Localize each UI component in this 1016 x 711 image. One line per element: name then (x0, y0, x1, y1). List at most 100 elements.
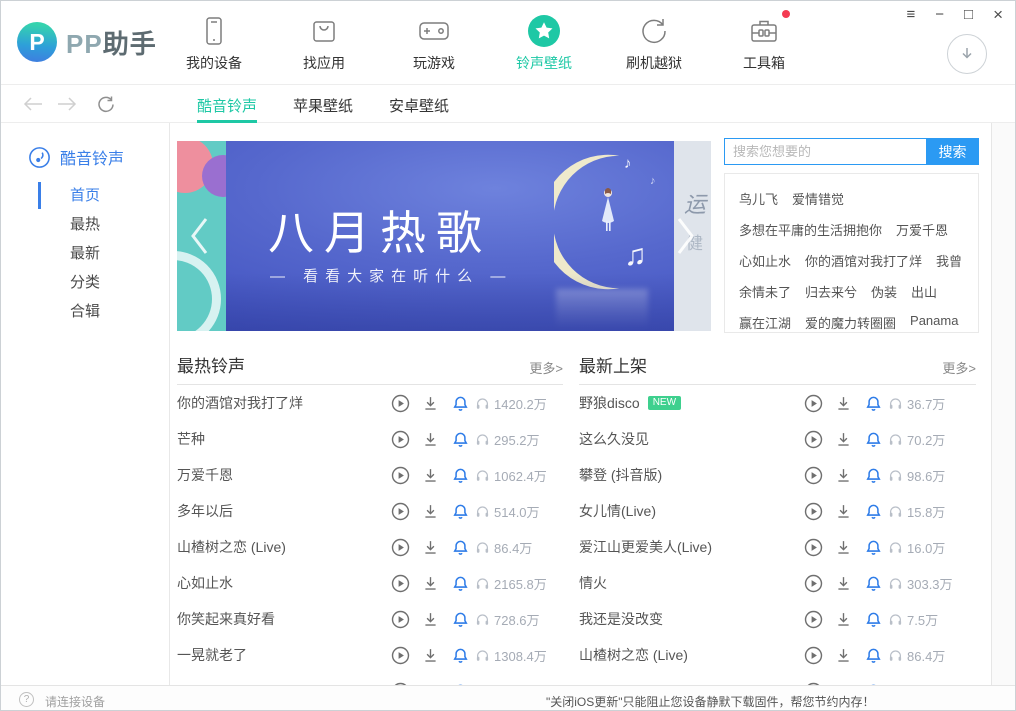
ringtone-name: 心如止水 (177, 573, 233, 593)
download-button[interactable] (415, 647, 445, 664)
play-button[interactable] (385, 610, 415, 629)
download-button[interactable] (828, 431, 858, 448)
download-button[interactable] (415, 575, 445, 592)
search-input[interactable] (724, 138, 926, 165)
nav-item-find-apps[interactable]: 找应用 (269, 1, 379, 85)
play-button[interactable] (798, 610, 828, 629)
menu-icon[interactable]: ≡ (906, 5, 915, 25)
hot-search-term[interactable]: 心如止水 (739, 251, 791, 270)
carousel-main-slide[interactable]: 八月热歌 — 看看大家在听什么 — ♪ ♪ ♫ (226, 141, 674, 331)
download-button[interactable] (828, 647, 858, 664)
hot-search-term[interactable]: 多想在平庸的生活拥抱你 (739, 220, 882, 239)
play-button[interactable] (385, 394, 415, 413)
tab-kuyin-ringtones[interactable]: 酷音铃声 (197, 86, 257, 123)
play-button[interactable] (385, 574, 415, 593)
download-manager-button[interactable] (947, 34, 987, 74)
sidebar-header-kuyin[interactable]: 酷音铃声 (28, 145, 124, 169)
carousel-right-arrow[interactable] (676, 216, 696, 256)
play-button[interactable] (798, 466, 828, 485)
set-ringtone-bell-button[interactable] (445, 647, 475, 664)
download-button[interactable] (828, 611, 858, 628)
scrollbar-track[interactable] (991, 123, 1016, 685)
nav-item-play-games[interactable]: 玩游戏 (379, 1, 489, 85)
hot-search-term[interactable]: 赢在江湖 (739, 313, 791, 332)
hot-search-term[interactable]: Panama (910, 313, 958, 332)
play-button[interactable] (385, 646, 415, 665)
play-button[interactable] (385, 466, 415, 485)
refresh-icon[interactable] (97, 95, 115, 113)
play-button[interactable] (385, 430, 415, 449)
carousel-left-arrow[interactable] (189, 216, 209, 256)
hot-search-term[interactable]: 爱情错觉 (792, 189, 844, 208)
back-icon[interactable] (23, 97, 43, 111)
set-ringtone-bell-button[interactable] (858, 611, 888, 628)
download-button[interactable] (828, 395, 858, 412)
maximize-icon[interactable]: □ (964, 5, 973, 25)
hot-search-term[interactable]: 我曾 (936, 251, 962, 270)
set-ringtone-bell-button[interactable] (445, 431, 475, 448)
download-button[interactable] (415, 503, 445, 520)
set-ringtone-bell-button[interactable] (445, 611, 475, 628)
set-ringtone-bell-button[interactable] (445, 539, 475, 556)
help-icon[interactable]: ? (19, 692, 34, 707)
download-button[interactable] (828, 575, 858, 592)
hot-search-term[interactable]: 余情未了 (739, 282, 791, 301)
set-ringtone-bell-button[interactable] (858, 575, 888, 592)
play-button[interactable] (798, 646, 828, 665)
more-link[interactable]: 更多> (529, 358, 563, 377)
sidebar-item-home[interactable]: 首页 (1, 181, 169, 210)
set-ringtone-bell-button[interactable] (858, 467, 888, 484)
download-button[interactable] (415, 611, 445, 628)
play-button[interactable] (798, 574, 828, 593)
set-ringtone-bell-button[interactable] (445, 575, 475, 592)
play-button[interactable] (385, 502, 415, 521)
sidebar-item-collections[interactable]: 合辑 (1, 297, 169, 326)
set-ringtone-bell-button[interactable] (858, 395, 888, 412)
nav-item-ringtones-wallpapers[interactable]: 铃声壁纸 (489, 1, 599, 85)
set-ringtone-bell-button[interactable] (858, 431, 888, 448)
download-button[interactable] (828, 467, 858, 484)
hot-search-term[interactable]: 归去来兮 (805, 282, 857, 301)
set-ringtone-bell-button[interactable] (858, 503, 888, 520)
search-button[interactable]: 搜索 (926, 138, 979, 165)
hot-search-term[interactable]: 出山 (911, 282, 937, 301)
sidebar-item-newest[interactable]: 最新 (1, 239, 169, 268)
more-link[interactable]: 更多> (942, 358, 976, 377)
forward-icon[interactable] (57, 97, 77, 111)
banner-carousel[interactable]: 八月热歌 — 看看大家在听什么 — ♪ ♪ ♫ 运 健 (177, 141, 711, 331)
hot-search-term[interactable]: 鸟儿飞 (739, 189, 778, 208)
nav-item-flash-jailbreak[interactable]: 刷机越狱 (599, 1, 709, 85)
sidebar-item-categories[interactable]: 分类 (1, 268, 169, 297)
set-ringtone-bell-button[interactable] (445, 395, 475, 412)
set-ringtone-bell-button[interactable] (445, 503, 475, 520)
minimize-icon[interactable]: − (935, 5, 944, 25)
hot-search-term[interactable]: 你的酒馆对我打了烊 (805, 251, 922, 270)
play-button[interactable] (798, 430, 828, 449)
hot-search-term[interactable]: 万爱千恩 (896, 220, 948, 239)
set-ringtone-bell-button[interactable] (858, 539, 888, 556)
set-ringtone-bell-button[interactable] (858, 647, 888, 664)
close-icon[interactable]: × (993, 5, 1003, 25)
set-ringtone-bell-button[interactable] (445, 467, 475, 484)
headphones-icon (475, 540, 490, 555)
hot-search-term[interactable]: 伪装 (871, 282, 897, 301)
download-button[interactable] (415, 431, 445, 448)
listen-count-value: 1062.4万 (494, 466, 547, 485)
nav-item-my-device[interactable]: 我的设备 (159, 1, 269, 85)
tab-android-wallpapers[interactable]: 安卓壁纸 (389, 86, 449, 123)
download-button[interactable] (415, 395, 445, 412)
download-button[interactable] (415, 539, 445, 556)
ringtone-name: 你的酒馆对我打了烊 (177, 393, 303, 413)
download-button[interactable] (828, 503, 858, 520)
sidebar-item-hottest[interactable]: 最热 (1, 210, 169, 239)
gamepad-icon (418, 14, 450, 48)
download-button[interactable] (828, 539, 858, 556)
hot-search-term[interactable]: 爱的魔力转圈圈 (805, 313, 896, 332)
play-button[interactable] (798, 394, 828, 413)
download-button[interactable] (415, 467, 445, 484)
play-button[interactable] (798, 502, 828, 521)
nav-item-toolbox[interactable]: 工具箱 (709, 1, 819, 85)
play-button[interactable] (798, 538, 828, 557)
play-button[interactable] (385, 538, 415, 557)
tab-apple-wallpapers[interactable]: 苹果壁纸 (293, 86, 353, 123)
